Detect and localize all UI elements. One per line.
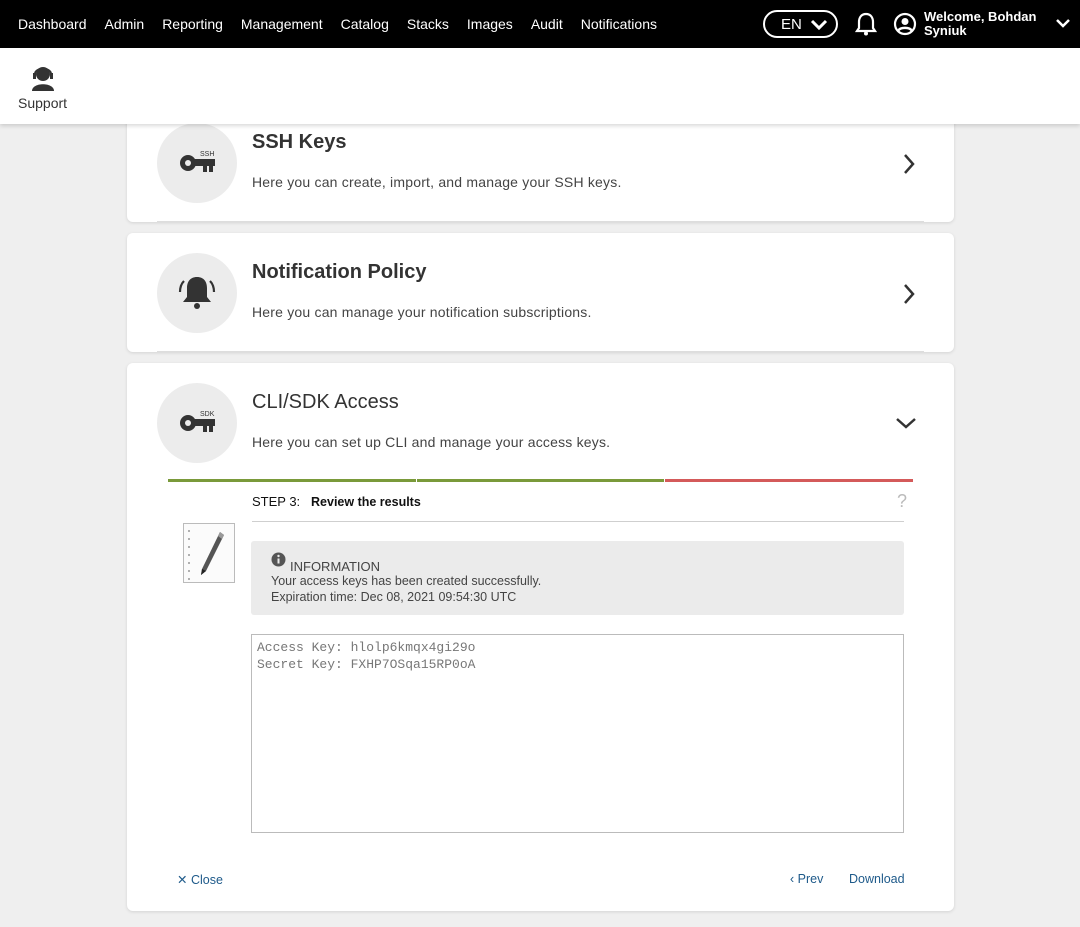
bell-icon[interactable] xyxy=(855,12,877,36)
language-selector[interactable]: EN xyxy=(763,10,838,38)
key-icon: SDK xyxy=(180,411,215,432)
cli-sdk-access-card: SDK CLI/SDK Access Here you can set up C… xyxy=(127,363,954,911)
chevron-right-icon[interactable] xyxy=(902,153,916,175)
nav-dashboard[interactable]: Dashboard xyxy=(18,16,87,32)
card-description: Here you can create, import, and manage … xyxy=(252,174,622,190)
download-button[interactable]: Download xyxy=(849,872,905,886)
sdk-key-icon-circle: SDK xyxy=(157,383,237,463)
progress-step-1 xyxy=(168,479,416,482)
chevron-left-icon: ‹ xyxy=(790,872,795,886)
step-title: Review the results xyxy=(311,495,421,509)
card-description: Here you can manage your notification su… xyxy=(252,304,592,320)
key-icon: SSH xyxy=(180,151,215,172)
support-headset-icon[interactable] xyxy=(30,64,56,92)
bell-icon-circle xyxy=(157,253,237,333)
card-title: Notification Policy xyxy=(252,261,427,283)
close-icon: ✕ xyxy=(177,873,188,887)
prev-button[interactable]: ‹ Prev xyxy=(790,872,823,886)
chevron-down-icon xyxy=(810,19,828,31)
nav-notifications[interactable]: Notifications xyxy=(581,16,657,32)
card-title: SSH Keys xyxy=(252,131,347,153)
top-navigation-bar: Dashboard Admin Reporting Management Cat… xyxy=(0,0,1080,48)
chevron-down-icon[interactable] xyxy=(895,416,917,430)
nav-stacks[interactable]: Stacks xyxy=(407,16,449,32)
access-keys-textarea[interactable]: Access Key: hlolp6kmqx4gi29o Secret Key:… xyxy=(251,634,904,833)
language-value: EN xyxy=(781,15,802,33)
key-badge: SDK xyxy=(200,411,215,418)
progress-step-2 xyxy=(417,479,664,482)
chevron-down-icon[interactable] xyxy=(1056,18,1070,28)
nav-catalog[interactable]: Catalog xyxy=(341,16,389,32)
info-expiration: Expiration time: Dec 08, 2021 09:54:30 U… xyxy=(271,590,517,604)
main-nav: Dashboard Admin Reporting Management Cat… xyxy=(18,0,675,48)
help-icon[interactable]: ? xyxy=(897,491,907,512)
divider xyxy=(157,351,924,352)
card-description: Here you can set up CLI and manage your … xyxy=(252,434,611,450)
nav-images[interactable]: Images xyxy=(467,16,513,32)
nav-admin[interactable]: Admin xyxy=(105,16,145,32)
key-badge: SSH xyxy=(200,151,214,158)
info-icon xyxy=(271,552,286,567)
divider xyxy=(157,221,924,222)
divider xyxy=(252,521,904,522)
information-box: INFORMATION Your access keys has been cr… xyxy=(251,541,904,615)
sub-header: Support xyxy=(0,48,1080,124)
progress-step-3 xyxy=(665,479,913,482)
user-avatar-icon[interactable] xyxy=(893,12,917,36)
card-title: CLI/SDK Access xyxy=(252,391,399,413)
notification-policy-card[interactable]: Notification Policy Here you can manage … xyxy=(127,233,954,352)
step-number: STEP 3: xyxy=(252,494,301,509)
close-button[interactable]: ✕ Close xyxy=(177,872,223,887)
support-link[interactable]: Support xyxy=(18,95,67,111)
notepad-pencil-icon xyxy=(183,523,235,583)
info-success-message: Your access keys has been created succes… xyxy=(271,574,542,588)
ssh-key-icon-circle: SSH xyxy=(157,123,237,203)
step-label: STEP 3: Review the results xyxy=(252,494,421,509)
info-title: INFORMATION xyxy=(290,559,381,574)
nav-management[interactable]: Management xyxy=(241,16,323,32)
chevron-right-icon[interactable] xyxy=(902,283,916,305)
nav-audit[interactable]: Audit xyxy=(531,16,563,32)
ringing-bell-icon xyxy=(178,277,216,309)
welcome-text[interactable]: Welcome, Bohdan Syniuk xyxy=(924,10,1044,38)
nav-reporting[interactable]: Reporting xyxy=(162,16,223,32)
